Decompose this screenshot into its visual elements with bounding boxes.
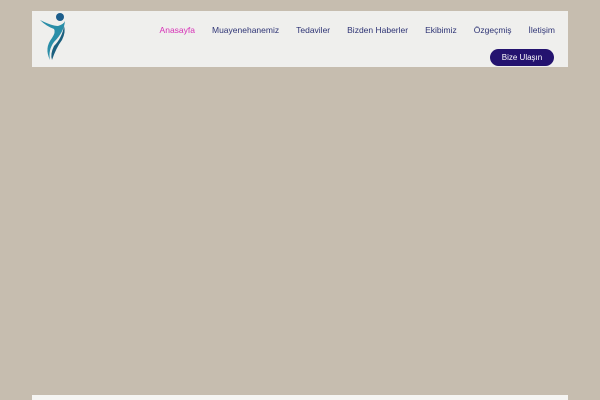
- logo-icon[interactable]: [38, 12, 72, 62]
- content-section-edge: [32, 395, 568, 400]
- site-header: Anasayfa Muayenehanemiz Tedaviler Bizden…: [32, 11, 568, 67]
- nav-item-iletisim[interactable]: İletişim: [529, 25, 555, 35]
- nav-item-anasayfa[interactable]: Anasayfa: [160, 25, 195, 35]
- main-nav: Anasayfa Muayenehanemiz Tedaviler Bizden…: [160, 25, 555, 35]
- nav-item-ekibimiz[interactable]: Ekibimiz: [425, 25, 457, 35]
- nav-item-muayenehanemiz[interactable]: Muayenehanemiz: [212, 25, 279, 35]
- nav-item-ozgecmis[interactable]: Özgeçmiş: [474, 25, 512, 35]
- nav-item-tedaviler[interactable]: Tedaviler: [296, 25, 330, 35]
- contact-us-button[interactable]: Bize Ulaşın: [490, 49, 554, 66]
- nav-item-bizden-haberler[interactable]: Bizden Haberler: [347, 25, 408, 35]
